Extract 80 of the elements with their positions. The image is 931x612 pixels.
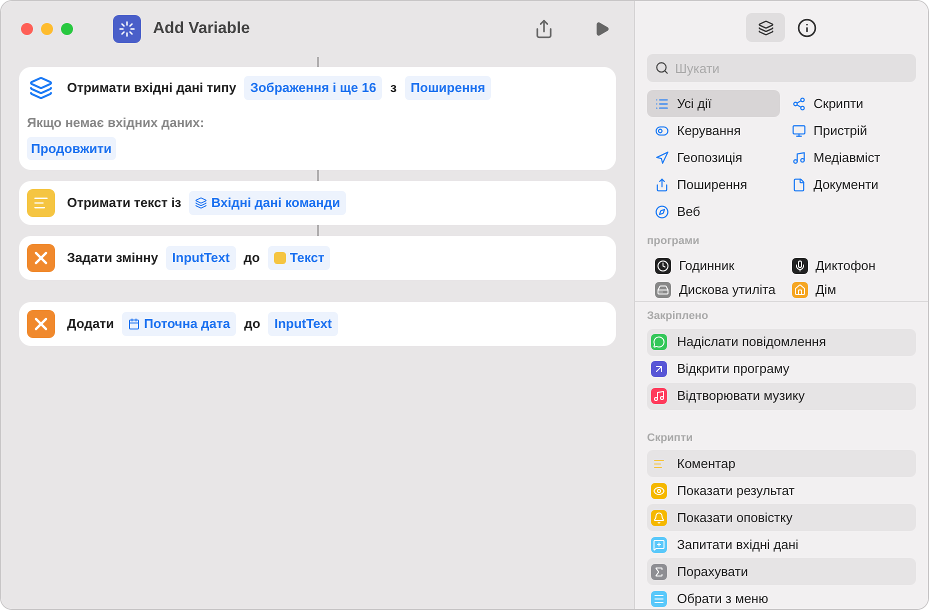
app-item[interactable]: Дім (784, 278, 916, 302)
share-icon (655, 178, 669, 192)
action-note: Якщо немає вхідних даних: (27, 114, 206, 132)
action-card[interactable]: Задати змінну InputText до Текст (19, 236, 616, 280)
close-button[interactable] (21, 23, 33, 35)
action-label: з (390, 79, 397, 98)
clock-icon (655, 258, 671, 274)
library-tab[interactable] (746, 13, 785, 42)
location-arrow-icon (655, 150, 669, 164)
action-list-item[interactable]: Відкрити програму (647, 356, 916, 382)
parameter-token[interactable]: Текст (268, 246, 330, 270)
action-icon (651, 388, 667, 404)
category-item[interactable]: Медіавміст (784, 144, 916, 171)
action-card[interactable]: Додати Поточна дата до InputText (19, 302, 616, 346)
section-heading: Закріплено (647, 309, 710, 324)
calendar-icon (128, 318, 140, 330)
action-list-item[interactable]: Обрати з меню (647, 585, 916, 609)
action-icon (651, 564, 667, 580)
app-item[interactable]: Годинник (647, 254, 780, 278)
action-icon (651, 590, 667, 606)
parameter-token[interactable]: InputText (166, 246, 236, 270)
app-item[interactable]: Диктофон (784, 254, 916, 278)
parameter-token[interactable]: Поточна дата (122, 312, 236, 336)
compass-icon (655, 204, 669, 218)
action-label: Отримати вхідні дані типу (67, 79, 236, 98)
category-item[interactable]: Керування (647, 117, 780, 144)
action-list-item[interactable]: Порахувати (647, 558, 916, 585)
parameter-token[interactable]: Вхідні дані команди (189, 191, 346, 215)
input-icon (195, 197, 208, 209)
music-note-icon (792, 150, 806, 164)
section-heading: програми (647, 234, 700, 249)
variable-icon (27, 244, 55, 272)
category-item[interactable]: Геопозиція (647, 144, 780, 171)
app-icon (113, 15, 141, 43)
app-item[interactable]: Дискова утиліта (647, 278, 780, 302)
category-item[interactable]: Документи (784, 171, 916, 198)
window-title: Add Variable (153, 19, 250, 39)
action-list-item[interactable]: Показати результат (647, 477, 916, 504)
action-icon (651, 361, 667, 377)
action-label: до (244, 249, 260, 268)
category-item[interactable]: Пристрій (784, 117, 916, 144)
microphone-icon (792, 258, 808, 274)
parameter-token[interactable]: Продовжити (27, 136, 116, 160)
category-item[interactable]: Усі дії (647, 90, 780, 117)
info-icon[interactable] (797, 18, 817, 38)
action-icon (651, 482, 667, 498)
list-icon (655, 96, 669, 110)
action-label: Отримати текст із (67, 194, 182, 212)
parameter-token[interactable]: InputText (268, 312, 338, 336)
action-card[interactable]: Отримати вхідні дані типу Зображення і ще 16 з Поширення Якщо немає вхідних даних: Продовжити (19, 67, 616, 170)
action-label: Задати змінну (67, 249, 158, 268)
nodes-icon (792, 96, 806, 110)
play-icon[interactable] (594, 21, 610, 37)
category-item[interactable]: Скрипти (784, 90, 916, 117)
action-list-item[interactable]: Надіслати повідомлення (647, 328, 916, 356)
variable-icon (27, 310, 55, 338)
action-icon (651, 510, 667, 526)
category-item[interactable]: Веб (647, 198, 780, 225)
action-card[interactable]: Отримати текст із Вхідні дані команди (19, 181, 616, 225)
search-icon (655, 61, 669, 75)
action-icon (651, 536, 667, 552)
action-list-item[interactable]: Показати оповістку (647, 504, 916, 531)
toggle-icon (655, 124, 669, 138)
house-icon (792, 282, 808, 298)
layers-icon (29, 76, 53, 100)
section-heading: Скрипти (647, 430, 694, 446)
share-icon[interactable] (534, 19, 554, 39)
action-label: до (244, 315, 260, 334)
category-item[interactable]: Поширення (647, 171, 780, 198)
action-list-item[interactable]: Запитати вхідні дані (647, 531, 916, 558)
parameter-token[interactable]: Зображення і ще 16 (244, 76, 382, 100)
action-icon (651, 334, 667, 350)
action-label: Додати (67, 315, 114, 334)
parameter-token[interactable]: Поширення (404, 76, 492, 100)
action-list-item[interactable]: Відтворювати музику (647, 382, 916, 410)
monitor-icon (792, 124, 806, 138)
layers-icon (758, 20, 774, 36)
document-icon (792, 178, 806, 192)
search-field[interactable]: Шукати (647, 54, 916, 82)
action-list-item[interactable]: Коментар (647, 450, 916, 477)
